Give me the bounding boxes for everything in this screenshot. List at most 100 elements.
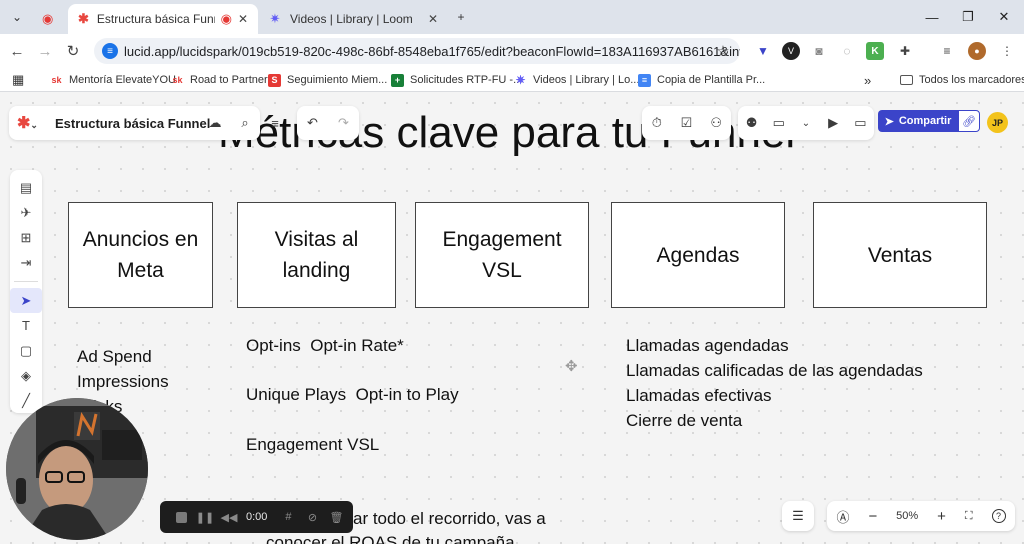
whiteboard-canvas[interactable]: Métricas clave para tu Funnel Anuncios e… xyxy=(0,92,1024,544)
stage-box-agendas[interactable]: Agendas xyxy=(611,202,785,308)
zoom-out-button[interactable]: − xyxy=(868,508,877,525)
tab-search-chevron-icon[interactable]: ⌄ xyxy=(6,6,28,28)
trash-icon[interactable]: 🗑︎ xyxy=(327,508,345,526)
pause-icon[interactable]: ❚❚ xyxy=(196,508,214,526)
search-icon[interactable]: ⌕ xyxy=(234,112,256,134)
vote-icon[interactable]: ☑ xyxy=(675,112,697,134)
chat-icon[interactable]: ◌ xyxy=(838,42,856,60)
webcam-bubble[interactable] xyxy=(6,398,148,540)
fit-screen-icon[interactable]: ⛶ xyxy=(965,510,973,523)
metric-opt-ins[interactable]: Opt-ins Opt-in Rate* xyxy=(246,333,404,358)
login-icon[interactable]: ⇥ xyxy=(10,250,42,275)
close-tab-icon[interactable]: ✕ xyxy=(238,12,248,26)
collaborators-icon[interactable]: ⚉ xyxy=(741,112,763,134)
bookmark-road-to-partner[interactable]: sk Road to Partner xyxy=(171,72,267,88)
help-icon[interactable]: ? xyxy=(991,509,1006,523)
redo-icon[interactable]: ↷ xyxy=(333,112,355,134)
new-tab-button[interactable]: + xyxy=(450,6,472,28)
video-call-icon[interactable]: ▭ xyxy=(849,112,871,134)
tab-lucid[interactable]: ✱ Estructura básica Funnel: Lu ◉ ✕ xyxy=(68,4,258,34)
extension-vc-icon[interactable]: V xyxy=(782,42,800,60)
all-bookmarks-folder[interactable]: Todos los marcadores xyxy=(900,72,1024,88)
site-info-icon[interactable]: ≡ xyxy=(102,43,118,59)
address-bar[interactable]: ≡ lucid.app/lucidspark/019cb519-820c-498… xyxy=(94,38,740,64)
undo-icon[interactable]: ↶ xyxy=(302,112,324,134)
stop-icon[interactable] xyxy=(172,508,190,526)
restore-icon[interactable]: ❐ xyxy=(948,6,988,28)
metric-unique-plays[interactable]: Unique Plays Opt-in to Play xyxy=(246,382,459,407)
metric-llamadas-calificadas[interactable]: Llamadas calificadas de las agendadas xyxy=(626,358,923,383)
profile-avatar[interactable]: ● xyxy=(968,42,986,60)
close-tab-icon[interactable]: ✕ xyxy=(428,12,438,26)
rocket-icon[interactable]: ✈ xyxy=(10,200,42,225)
reload-icon[interactable]: ↻ xyxy=(62,40,84,62)
templates-icon[interactable]: ▤ xyxy=(10,175,42,200)
user-avatar[interactable]: JP xyxy=(987,112,1008,133)
metric-llamadas-efectivas[interactable]: Llamadas efectivas xyxy=(626,383,772,408)
bookmark-sk-icon: sk xyxy=(172,75,183,85)
bookmarks-bar: ▦ sk Mentoría ElevateYOU sk Road to Part… xyxy=(0,68,1024,92)
timer-icon[interactable]: ⏱ xyxy=(646,112,668,134)
zoom-in-button[interactable]: + xyxy=(937,508,946,525)
browser-toolbar: ← → ↻ ≡ lucid.app/lucidspark/019cb519-82… xyxy=(0,34,1024,68)
comment-icon[interactable]: ▭ xyxy=(768,112,790,134)
present-icon[interactable]: ▶ xyxy=(822,112,844,134)
cloud-sync-icon[interactable]: ☁ xyxy=(204,112,226,134)
collaboration-mode-icon[interactable]: Ⓐ xyxy=(836,507,849,526)
footer-note-line-1[interactable]: ar todo el recorrido, vas a xyxy=(353,506,546,531)
bookmark-copia-plantilla[interactable]: ≡ Copia de Plantilla Pr... xyxy=(638,72,765,88)
minimize-icon[interactable]: — xyxy=(912,6,952,28)
grid-icon[interactable]: # xyxy=(279,508,297,526)
sticky-note-icon[interactable]: ▢ xyxy=(10,338,42,363)
menu-icon[interactable]: ≡ xyxy=(264,112,286,134)
import-icon[interactable]: ⊞ xyxy=(10,225,42,250)
apps-grid-icon[interactable]: ▦ xyxy=(12,72,24,88)
camera-icon[interactable]: ◙ xyxy=(810,42,828,60)
select-tool-icon[interactable]: ➤ xyxy=(10,288,42,313)
bookmark-videos-loom[interactable]: ✷ Videos | Library | Lo... xyxy=(514,72,639,88)
tab-title: Estructura básica Funnel: Lu xyxy=(96,12,215,26)
rewind-icon[interactable]: ◀◀ xyxy=(220,508,238,526)
extension-v-icon[interactable]: ▼ xyxy=(754,42,772,60)
tab-title: Videos | Library | Loom xyxy=(290,12,413,26)
back-icon[interactable]: ← xyxy=(6,40,28,62)
outline-list-icon[interactable]: ☰ xyxy=(782,501,814,531)
bookmark-seguimiento[interactable]: S Seguimiento Miem... xyxy=(268,72,387,88)
stage-box-meta[interactable]: Anuncios en Meta xyxy=(68,202,213,308)
menu-kebab-icon[interactable]: ⋮ xyxy=(998,42,1016,60)
copy-link-icon[interactable]: 🔗︎ xyxy=(958,110,980,132)
bookmark-solicitudes[interactable]: + Solicitudes RTP-FU -... xyxy=(391,72,522,88)
extension-k-icon[interactable]: K xyxy=(866,42,884,60)
zoom-level[interactable]: 50% xyxy=(896,510,918,522)
metric-cierre-venta[interactable]: Cierre de venta xyxy=(626,408,742,433)
chevron-down-icon[interactable]: ⌄ xyxy=(795,112,817,134)
send-icon: ➤ xyxy=(884,115,894,128)
stage-box-ventas[interactable]: Ventas xyxy=(813,202,987,308)
share-button[interactable]: ➤ Compartir xyxy=(878,110,958,132)
shapes-icon[interactable]: ◈ xyxy=(10,363,42,388)
cancel-icon[interactable]: ⊘ xyxy=(303,508,321,526)
metric-ad-spend[interactable]: Ad Spend xyxy=(77,344,152,369)
lucid-menu-icon[interactable]: ✱⌄ xyxy=(17,113,47,133)
close-window-icon[interactable]: ✕ xyxy=(984,6,1024,28)
bookmark-star-icon[interactable]: ☆ xyxy=(712,40,734,62)
activity-icon[interactable]: ⚇ xyxy=(705,112,727,134)
metric-llamadas-agendadas[interactable]: Llamadas agendadas xyxy=(626,333,789,358)
metric-engagement-vsl[interactable]: Engagement VSL xyxy=(246,432,379,457)
text-tool-icon[interactable]: T xyxy=(10,313,42,338)
stage-box-vsl[interactable]: Engagement VSL xyxy=(415,202,589,308)
canvas-dot-grid xyxy=(0,92,1024,544)
webcam-person-image xyxy=(6,398,148,540)
document-title[interactable]: Estructura básica Funnel xyxy=(55,116,210,131)
media-control-icon[interactable]: ≡ xyxy=(938,42,956,60)
stage-box-landing[interactable]: Visitas al landing xyxy=(237,202,396,308)
extensions-puzzle-icon[interactable]: ✚ xyxy=(896,42,914,60)
metric-impressions[interactable]: Impressions xyxy=(77,369,169,394)
tab-loom[interactable]: ✷ Videos | Library | Loom ✕ xyxy=(258,4,448,34)
bookmarks-overflow-button[interactable]: » xyxy=(864,72,871,88)
rail-divider xyxy=(14,281,38,282)
bookmark-mentoria[interactable]: sk Mentoría ElevateYOU xyxy=(50,72,176,88)
pinned-tab-loom[interactable]: ◉ xyxy=(32,4,66,34)
record-icon: ◉ xyxy=(42,11,54,26)
forward-icon[interactable]: → xyxy=(34,40,56,62)
